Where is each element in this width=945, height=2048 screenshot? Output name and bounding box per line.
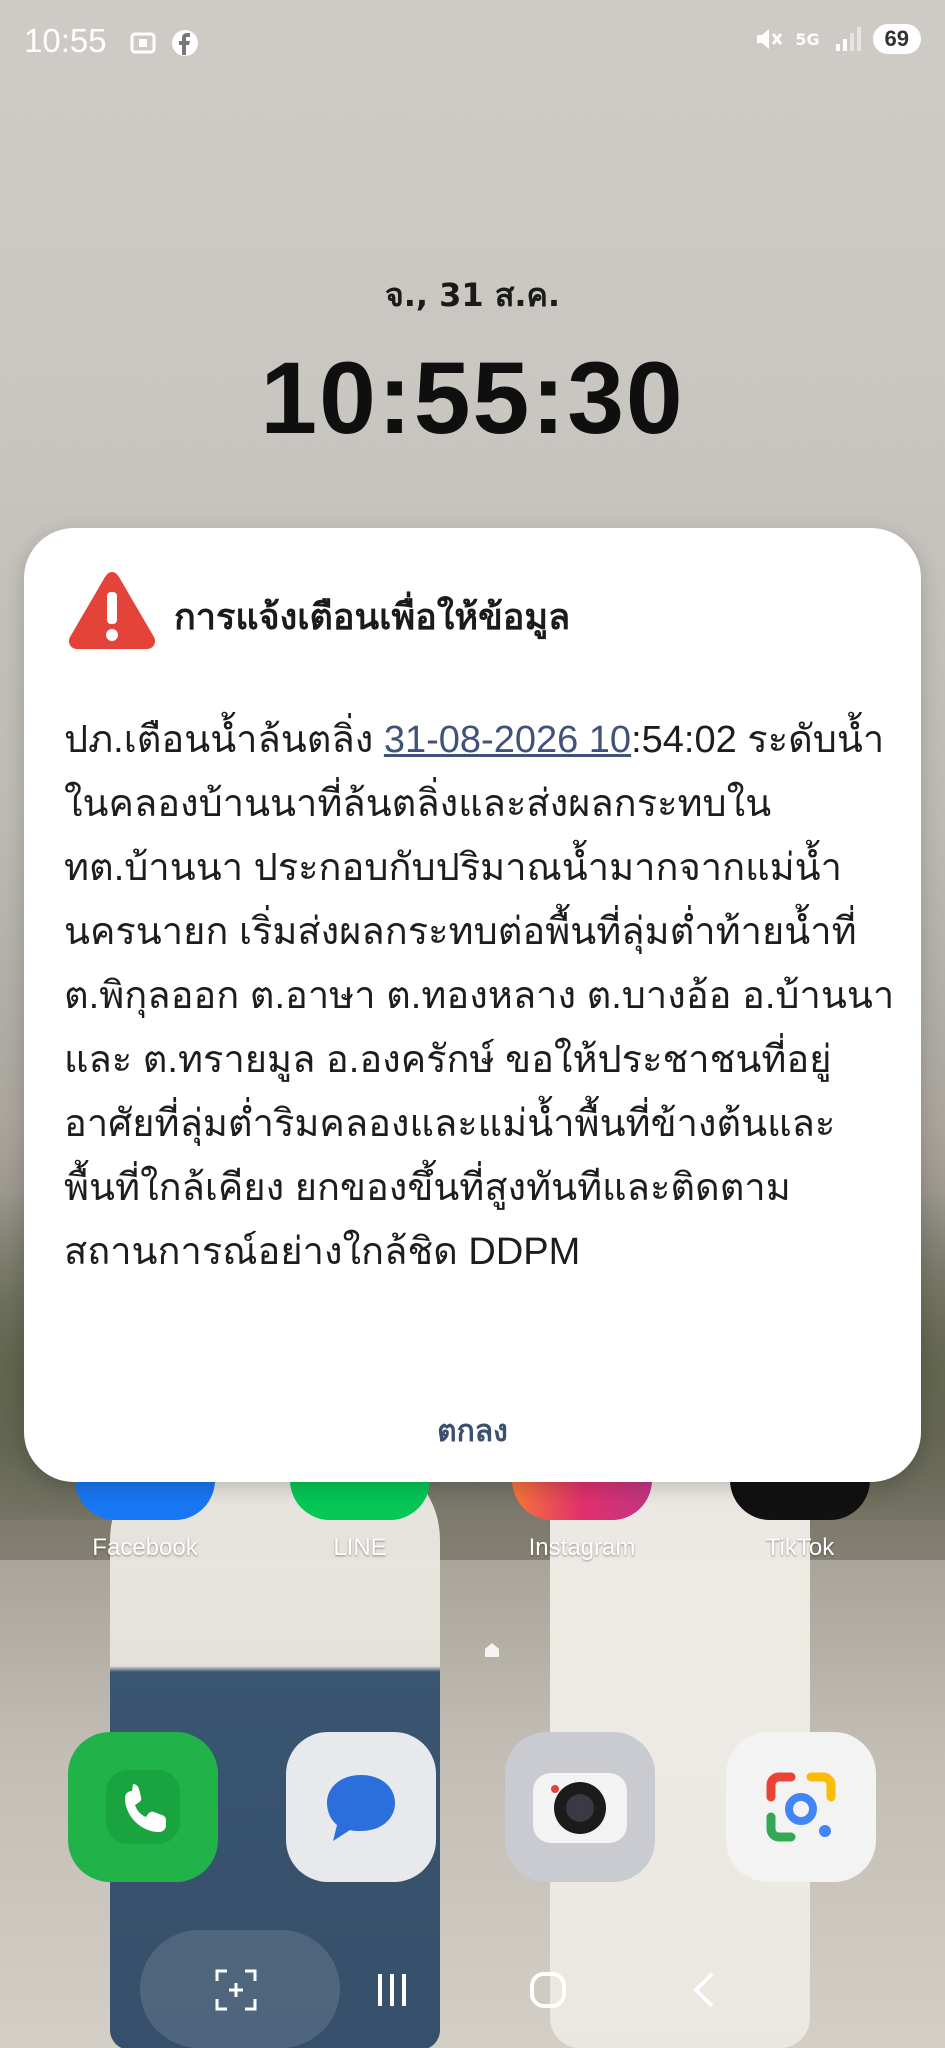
camera-app[interactable] (505, 1732, 655, 1882)
status-left-icons (128, 28, 200, 58)
screen-capture-button[interactable] (206, 1960, 266, 2020)
dock (0, 1732, 945, 1892)
battery-level: 69 (872, 24, 921, 54)
google-lens-icon (766, 1772, 836, 1842)
status-time: 10:55 (24, 22, 107, 59)
screenshot-icon (128, 28, 158, 58)
home-icon (530, 1972, 566, 2008)
status-bar: 10:55 5G 69 (0, 0, 945, 90)
alert-date-link[interactable]: 31-08-2026 10 (384, 719, 631, 761)
signal-icon (833, 24, 863, 54)
5g-icon: 5G (795, 29, 820, 49)
alert-title: การแจ้งเตือนเพื่อให้ข้อมูล (174, 597, 571, 638)
status-right: 5G 69 (753, 24, 921, 54)
facebook-icon (170, 28, 200, 58)
app-label: Instagram (528, 1534, 636, 1561)
back-button[interactable] (676, 1960, 736, 2020)
navigation-bar (0, 1930, 945, 2048)
messages-app[interactable] (286, 1732, 436, 1882)
app-label: Facebook (92, 1534, 198, 1561)
lock-date: จ., 31 ส.ค. (384, 276, 561, 314)
recents-icon (378, 1974, 406, 2006)
mute-icon (753, 24, 783, 54)
ok-button[interactable]: ตกลง (24, 1408, 921, 1455)
recents-button[interactable] (362, 1960, 422, 2020)
home-page-indicator-icon (485, 1643, 499, 1657)
camera-icon (533, 1773, 627, 1843)
capture-icon (215, 1969, 257, 2011)
phone-app[interactable] (68, 1732, 218, 1882)
messages-icon (327, 1775, 395, 1841)
alert-body-prefix: ปภ.เตือนน้ำล้นตลิ่ง (64, 719, 384, 761)
app-label: LINE (333, 1534, 387, 1561)
lock-time: 10:55:30 (260, 341, 685, 455)
home-button[interactable] (518, 1960, 578, 2020)
alert-body-text: :54:02 ระดับน้ำในคลองบ้านนาที่ล้นตลิ่งแล… (64, 719, 895, 1273)
alert-dialog: การแจ้งเตือนเพื่อให้ข้อมูล ปภ.เตือนน้ำล้… (24, 528, 921, 1482)
app-label: TikTok (765, 1534, 835, 1561)
warning-icon (68, 572, 156, 649)
back-icon (693, 1972, 714, 2008)
phone-icon (106, 1770, 180, 1844)
google-lens-app[interactable] (726, 1732, 876, 1882)
alert-body: ปภ.เตือนน้ำล้นตลิ่ง 31-08-2026 10:54:02 … (64, 708, 904, 1284)
